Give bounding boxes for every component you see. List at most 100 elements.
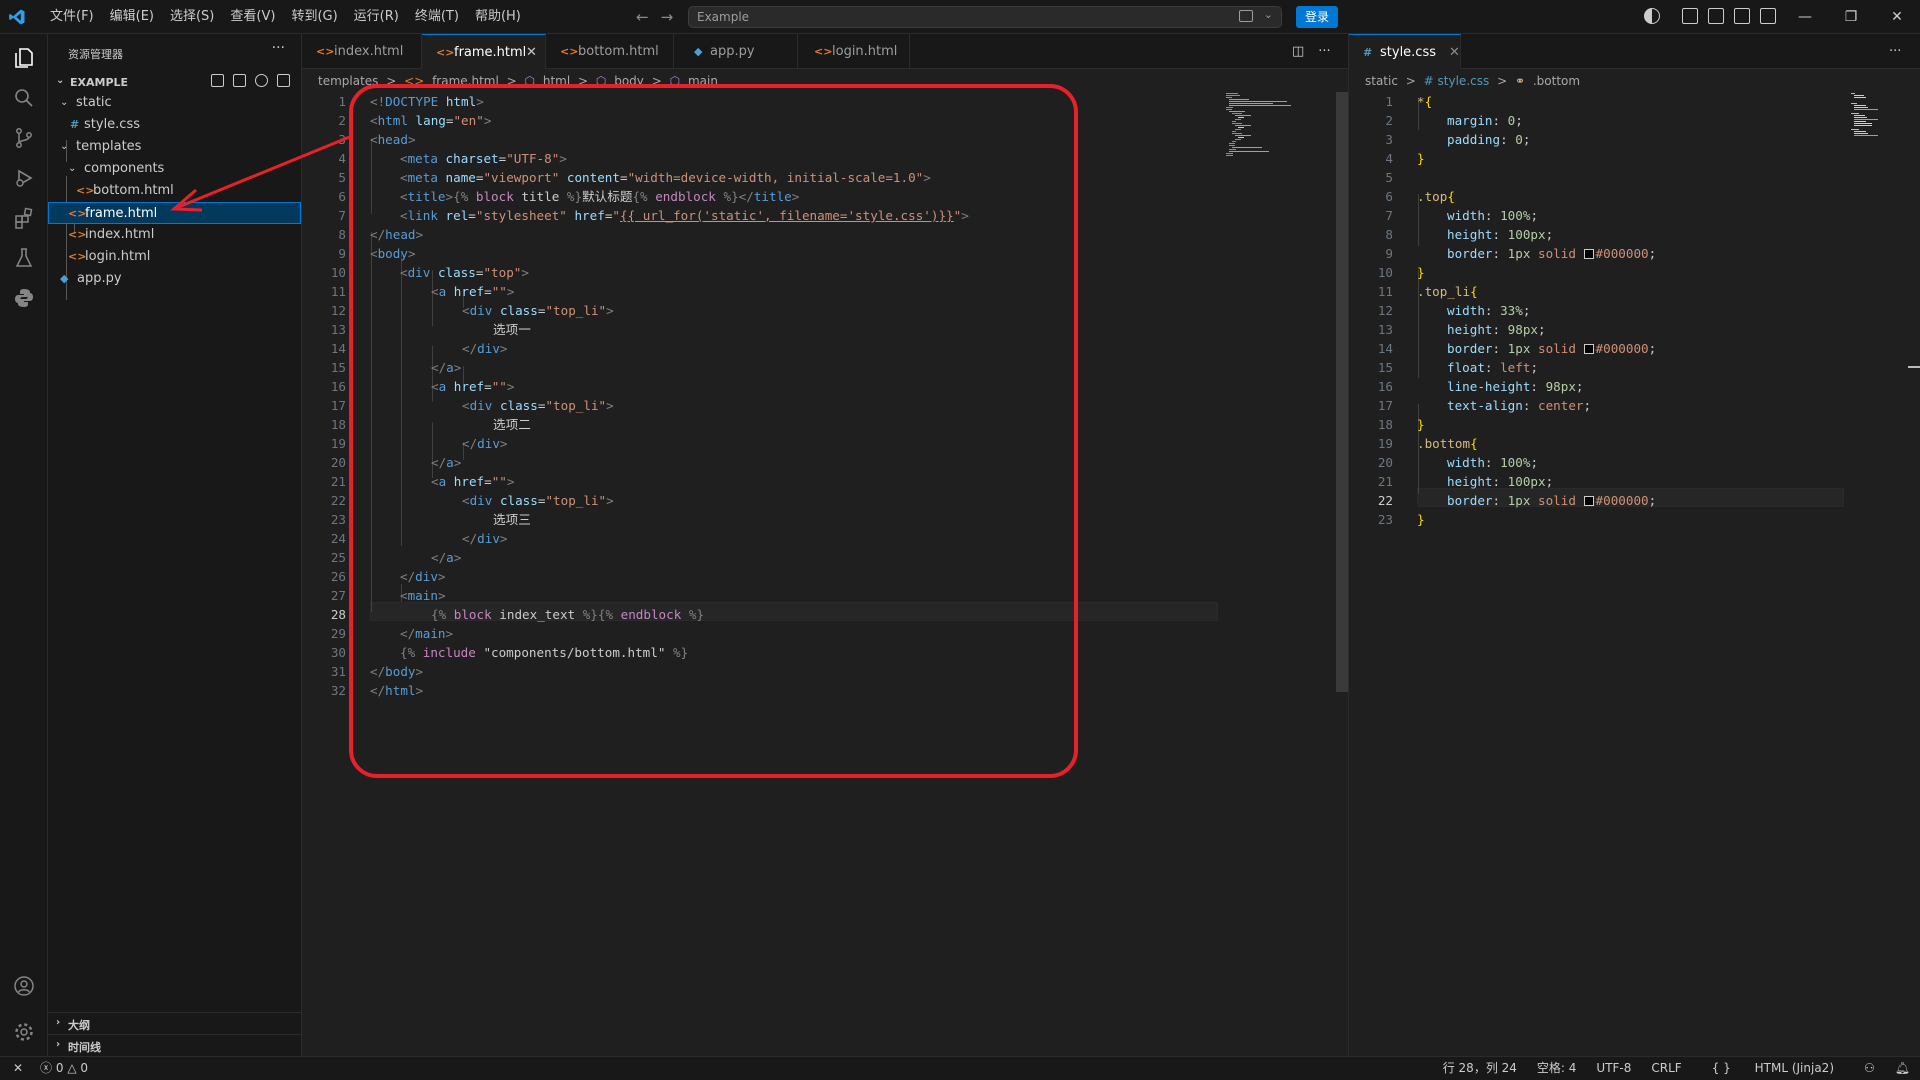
chat-icon[interactable] <box>1239 10 1253 22</box>
breadcrumb-item[interactable]: main <box>688 74 718 88</box>
problems-indicator[interactable]: ⓧ 0 △ 0 <box>40 1057 88 1079</box>
code-line: {% block index_text %}{% endblock %} <box>431 607 705 622</box>
menu-terminal[interactable]: 终端(T) <box>407 0 467 34</box>
breadcrumb-item[interactable]: html <box>543 74 570 88</box>
collapse-all-icon[interactable] <box>277 74 290 87</box>
chevron-down-icon[interactable]: ⌄ <box>1264 8 1273 21</box>
line-ending[interactable]: CRLF <box>1641 1057 1691 1079</box>
source-control-icon[interactable] <box>12 126 36 150</box>
minimap[interactable] <box>1851 92 1901 142</box>
tree-folder-static[interactable]: ⌄ static <box>48 92 301 114</box>
new-file-icon[interactable] <box>211 74 224 87</box>
tab-app-py[interactable]: ◆ app.py <box>674 34 798 69</box>
breadcrumb-separator: > <box>506 74 517 88</box>
testing-icon[interactable] <box>12 246 36 270</box>
new-folder-icon[interactable] <box>233 74 246 87</box>
minimize-icon[interactable]: — <box>1782 0 1828 34</box>
split-editor-icon[interactable]: ◫ <box>1292 44 1304 59</box>
line-number: 3 <box>338 132 346 147</box>
copilot-icon[interactable] <box>1644 8 1660 24</box>
search-icon[interactable] <box>12 86 36 110</box>
more-actions-icon[interactable]: ··· <box>1889 44 1901 59</box>
tree-folder-templates[interactable]: ⌄ templates <box>48 136 301 158</box>
close-tab-icon[interactable]: ✕ <box>526 35 537 70</box>
run-debug-icon[interactable] <box>12 166 36 190</box>
outline-section[interactable]: › 大纲 <box>48 1012 302 1034</box>
code-line: </head> <box>370 227 424 242</box>
color-swatch[interactable] <box>1583 496 1594 506</box>
code-line: 选项三 <box>493 512 531 527</box>
toggle-panel-icon[interactable] <box>1734 8 1750 24</box>
remote-icon[interactable]: ✕ <box>0 1057 36 1079</box>
line-number: 4 <box>1385 151 1393 166</box>
back-arrow-icon[interactable]: ← <box>636 8 649 26</box>
menu-edit[interactable]: 编辑(E) <box>102 0 162 34</box>
settings-gear-icon[interactable] <box>12 1020 36 1044</box>
menu-help[interactable]: 帮助(H) <box>467 0 529 34</box>
tree-file-bottom-html[interactable]: <> bottom.html <box>48 180 301 202</box>
line-number: 13 <box>1377 322 1393 337</box>
menu-go[interactable]: 转到(G) <box>283 0 345 34</box>
tab-index-html[interactable]: <> index.html <box>302 34 422 69</box>
close-icon[interactable]: ✕ <box>1874 0 1920 34</box>
breadcrumb-item[interactable]: body <box>614 74 644 88</box>
menu-view[interactable]: 查看(V) <box>222 0 283 34</box>
tab-bottom-html[interactable]: <> bottom.html <box>546 34 674 69</box>
forward-arrow-icon[interactable]: → <box>661 8 674 26</box>
notifications-bell-icon[interactable]: 🔔︎ <box>1885 1057 1920 1079</box>
vertical-scrollbar[interactable] <box>1336 92 1348 692</box>
code-line: <link rel="stylesheet" href="{{ url_for(… <box>400 208 969 223</box>
language-mode[interactable]: { } HTML (Jinja2) <box>1692 1057 1854 1079</box>
breadcrumb-item[interactable]: .bottom <box>1533 74 1580 88</box>
accounts-icon[interactable] <box>12 974 36 998</box>
breadcrumb-item[interactable]: # style.css <box>1424 74 1490 88</box>
customize-layout-icon[interactable] <box>1682 8 1698 24</box>
breadcrumb-item[interactable]: frame.html <box>432 74 499 88</box>
explorer-icon[interactable] <box>12 46 36 70</box>
tree-file-style-css[interactable]: # style.css <box>48 114 301 136</box>
breadcrumb-item[interactable]: static <box>1365 74 1398 88</box>
login-button[interactable]: 登录 <box>1296 6 1338 28</box>
close-tab-icon[interactable]: ✕ <box>1449 35 1460 70</box>
code-line: <html lang="en"> <box>370 113 492 128</box>
code-line: <main> <box>400 588 446 603</box>
menu-run[interactable]: 运行(R) <box>346 0 407 34</box>
line-number: 22 <box>1377 493 1393 508</box>
command-center-search[interactable]: Example ⌄ <box>688 6 1282 28</box>
vertical-scrollbar[interactable] <box>1908 366 1920 368</box>
copilot-status-icon[interactable]: ⚇ <box>1854 1057 1885 1079</box>
cursor-position[interactable]: 行 28，列 24 <box>1433 1057 1527 1079</box>
tab-frame-html[interactable]: <> frame.html ✕ <box>422 34 546 69</box>
tab-login-html[interactable]: <> login.html <box>798 34 910 69</box>
tree-file-frame-html[interactable]: <> frame.html <box>48 202 301 224</box>
code-editor-style-css[interactable]: 1 2 3 4 5 6 7 8 9 10 11 12 13 14 15 16 1… <box>1349 92 1920 1056</box>
extensions-icon[interactable] <box>12 206 36 230</box>
refresh-icon[interactable] <box>255 74 268 87</box>
breadcrumb-item[interactable]: templates <box>318 74 378 88</box>
tab-style-css[interactable]: # style.css ✕ <box>1349 34 1461 69</box>
timeline-label: 时间线 <box>68 1041 101 1054</box>
workspace-section-header[interactable]: ⌄ EXAMPLE <box>52 72 298 94</box>
minimap[interactable] <box>1226 92 1336 172</box>
color-swatch[interactable] <box>1583 344 1594 354</box>
more-actions-icon[interactable]: ··· <box>272 40 285 56</box>
restore-icon[interactable]: ❐ <box>1828 0 1874 34</box>
file-encoding[interactable]: UTF-8 <box>1586 1057 1641 1079</box>
python-icon[interactable] <box>12 286 36 310</box>
menu-file[interactable]: 文件(F) <box>42 0 102 34</box>
more-actions-icon[interactable]: ··· <box>1318 44 1330 59</box>
indentation[interactable]: 空格: 4 <box>1527 1057 1587 1079</box>
color-swatch[interactable] <box>1583 249 1594 259</box>
tree-file-app-py[interactable]: ◆ app.py <box>48 268 301 290</box>
line-number: 14 <box>1377 341 1393 356</box>
editor-actions: ··· <box>1889 44 1901 59</box>
toggle-secondary-sidebar-icon[interactable] <box>1760 8 1776 24</box>
line-number: 24 <box>330 531 346 546</box>
tree-file-index-html[interactable]: <> index.html <box>48 224 301 246</box>
tree-folder-components[interactable]: ⌄ components <box>48 158 301 180</box>
tree-file-login-html[interactable]: <> login.html <box>48 246 301 268</box>
timeline-section[interactable]: › 时间线 <box>48 1034 302 1056</box>
toggle-primary-sidebar-icon[interactable] <box>1708 8 1724 24</box>
menu-selection[interactable]: 选择(S) <box>162 0 222 34</box>
code-editor-frame-html[interactable]: 1 2 3 4 5 6 7 8 9 10 11 12 13 14 15 16 1… <box>302 92 1348 1056</box>
